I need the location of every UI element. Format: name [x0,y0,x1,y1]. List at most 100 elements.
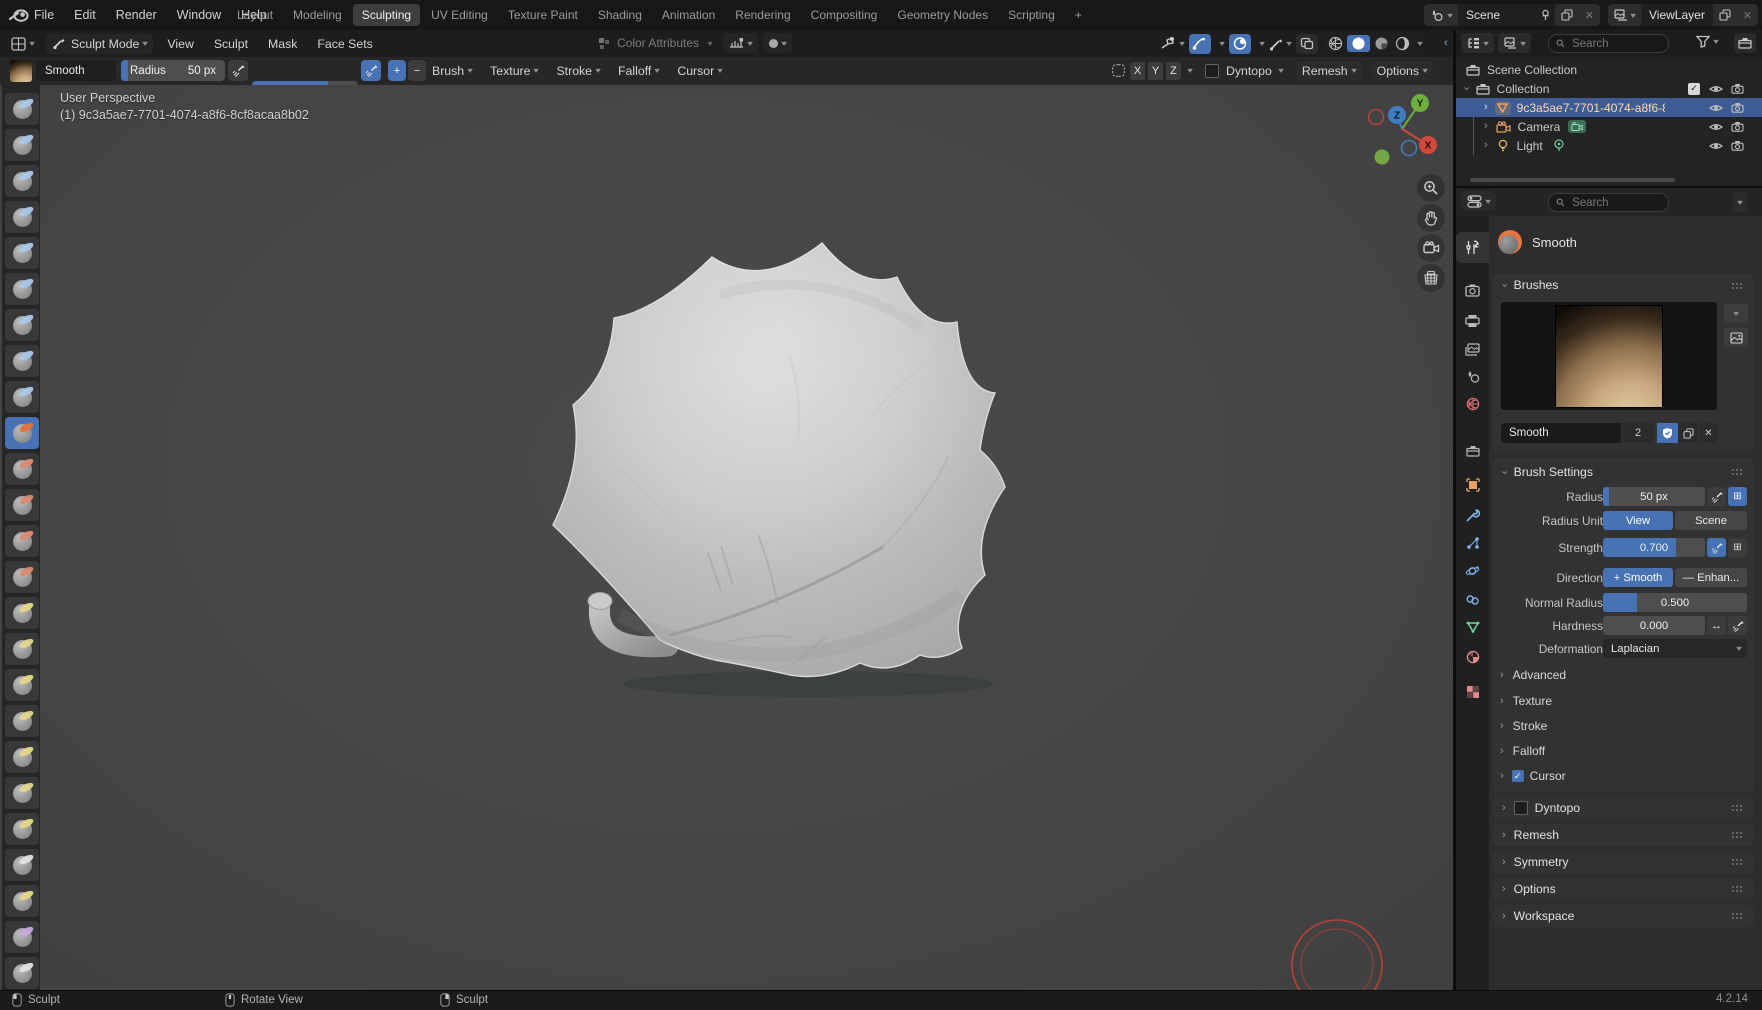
outliner-filter-button[interactable]: ▾ [1696,35,1718,48]
direction-add-button[interactable]: + [388,60,406,81]
tab-uv-editing[interactable]: UV Editing [422,4,497,26]
tool-clay-thumb[interactable] [5,237,39,269]
tool-draw-sharp[interactable] [5,129,39,161]
hardness-invert-button[interactable]: ↔ [1707,616,1726,635]
outliner-type-button[interactable]: ▾ [1461,33,1494,53]
tab-layout[interactable]: Layout [228,4,282,26]
add-workspace-button[interactable]: + [1066,4,1091,26]
remesh-drag-handle[interactable] [1731,831,1744,839]
radius-pressure-button[interactable] [1707,487,1726,506]
camera-render-icon[interactable] [1731,121,1744,132]
dyntopo-drag-handle[interactable] [1731,804,1744,812]
menu-edit[interactable]: Edit [70,8,100,22]
symmetry-y-toggle[interactable]: Y [1148,62,1163,80]
tab-object[interactable] [1456,472,1489,498]
outliner-scrollbar[interactable] [1470,178,1675,182]
tab-scene[interactable] [1456,363,1489,389]
dyntopo-menu[interactable]: Dyntopo [1226,64,1272,78]
tab-texture[interactable] [1456,679,1489,705]
active-brush-button[interactable]: Smooth [36,60,116,81]
tab-world[interactable] [1456,391,1489,417]
object-render-icon[interactable] [1731,102,1744,113]
strength-unified-button[interactable]: ⊞ [1728,538,1747,557]
camera-view-button[interactable] [1417,234,1445,262]
show-gizmos-toggle[interactable] [1189,34,1211,54]
symmetry-drag-handle[interactable] [1731,858,1744,866]
annotate-tool-button[interactable]: ▾ [1269,37,1291,51]
dyntopo-checkbox[interactable] [1205,64,1219,78]
tool-draw[interactable] [5,93,39,125]
gizmo-negx-ball[interactable] [1369,110,1384,125]
properties-search[interactable] [1548,193,1669,212]
shading-solid-button[interactable] [1347,35,1370,52]
tool-blob[interactable] [5,345,39,377]
strength-field[interactable]: 0.700 [1603,538,1705,557]
tool-elastic-deform[interactable] [5,633,39,665]
navigation-gizmo[interactable]: Y Z X [1368,93,1438,167]
remesh-menu[interactable]: Remesh▾ [1296,61,1362,81]
tool-pinch[interactable] [5,561,39,593]
collection-exclude-checkbox[interactable]: ✓ [1688,83,1700,95]
light-hide-eye-icon[interactable] [1709,141,1723,151]
unlink-brush-button[interactable]: ✕ [1699,423,1718,443]
tab-render[interactable] [1456,277,1489,303]
brush-icon-button[interactable] [1724,328,1748,347]
blender-logo-icon[interactable] [9,7,29,23]
row-collection[interactable]: › Collection ✓ [1456,79,1762,98]
tool-scrape[interactable] [5,489,39,521]
object-expand-icon[interactable]: › [1484,102,1488,113]
light-expand-icon[interactable]: › [1484,140,1488,151]
panel-symmetry[interactable]: › Symmetry [1492,851,1754,873]
tool-boundary[interactable] [5,885,39,917]
ortho-perspective-toggle[interactable] [1417,264,1445,292]
falloff-dropdown[interactable]: ▾ [723,33,758,53]
tool-inflate[interactable] [5,309,39,341]
radius-unified-button[interactable]: ⊞ [1728,487,1747,506]
viewlayer-remove-button[interactable]: ✕ [1737,4,1758,26]
brushes-collapse-icon[interactable]: › [1498,283,1509,287]
outliner-filter-display-button[interactable]: ▾ [1498,33,1531,53]
scene-pin-icon[interactable] [1536,4,1555,26]
outliner-search-input[interactable] [1570,37,1661,51]
xray-toggle[interactable] [1296,34,1318,54]
panel-workspace[interactable]: › Workspace [1492,905,1754,927]
row-scene-collection[interactable]: Scene Collection [1456,60,1762,79]
mode-selector[interactable]: Sculpt Mode ▾ [46,34,153,54]
panel-options[interactable]: › Options [1492,878,1754,900]
tool-clay[interactable] [5,165,39,197]
tab-material[interactable] [1456,644,1489,670]
dyntopo-panel-checkbox[interactable] [1514,801,1528,815]
radius-unit-scene-button[interactable]: Scene [1675,511,1747,530]
tab-geometry-nodes[interactable]: Geometry Nodes [888,4,997,26]
menu-falloff[interactable]: Falloff [618,64,651,78]
collection-expand-icon[interactable]: › [1460,87,1471,91]
scene-unlink-button[interactable]: ✕ [1579,4,1600,26]
tool-multiplane-scrape[interactable] [5,525,39,557]
collection-render-icon[interactable] [1731,83,1744,94]
workspace-drag-handle[interactable] [1731,912,1744,920]
region-collapse-arrow[interactable]: ‹ [1444,37,1448,49]
tool-snake-hook[interactable] [5,669,39,701]
viewlayer-browse-button[interactable]: ▾ [1608,4,1641,26]
viewlayer-new-button[interactable] [1713,4,1737,26]
tool-simplify[interactable] [5,957,39,989]
menu-file[interactable]: File [30,8,58,22]
subpanel-stroke[interactable]: ›Stroke [1500,717,1547,735]
tab-rendering[interactable]: Rendering [726,4,799,26]
tool-crease[interactable] [5,381,39,413]
menu-stroke[interactable]: Stroke [556,64,592,78]
radius-slider[interactable]: Radius 50 px [121,60,225,81]
symmetry-z-toggle[interactable]: Z [1166,62,1181,80]
tab-constraints[interactable] [1456,586,1489,612]
menu-view[interactable]: View [167,37,193,51]
menu-window[interactable]: Window [173,8,225,22]
editor-type-button[interactable]: ▾ [5,34,40,54]
tab-view-layer[interactable] [1456,336,1489,362]
fake-user-toggle[interactable] [1657,423,1678,443]
tab-collection[interactable] [1456,438,1489,464]
options-menu[interactable]: Options▾ [1371,61,1433,81]
display-dropdown[interactable]: ▾ [763,33,792,53]
zoom-view-button[interactable] [1417,174,1445,202]
subpanel-texture[interactable]: ›Texture [1500,692,1552,710]
subpanel-falloff[interactable]: ›Falloff [1500,742,1545,760]
